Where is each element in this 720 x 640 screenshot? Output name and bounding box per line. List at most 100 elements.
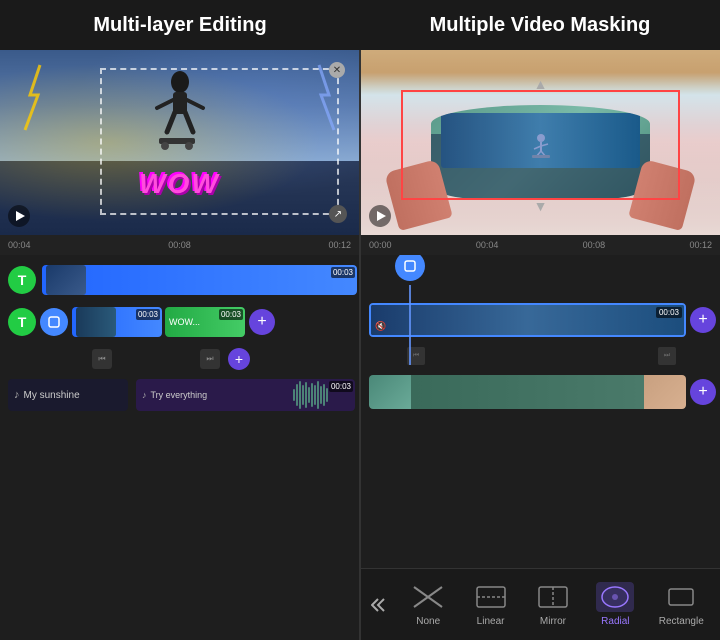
- add-bottom-video-button[interactable]: +: [690, 379, 716, 405]
- box-icon: [47, 315, 61, 329]
- right-playhead-circle: [395, 255, 425, 281]
- right-video-preview[interactable]: ▲ ▼: [361, 50, 720, 235]
- right-timeline-tracks: 00:03 🔇 + ⏮ ⏭: [361, 255, 720, 568]
- left-timeline-area: T 00:03 T: [0, 255, 359, 640]
- rectangle-tool-icon: [662, 582, 700, 612]
- header-left: Multi-layer Editing: [0, 14, 360, 37]
- linear-label: Linear: [477, 616, 505, 627]
- cup-clip-thumb: [369, 375, 411, 409]
- main-track-row: T 00:03 WOW... 00:03: [0, 303, 359, 341]
- right-ruler-mark-0: 00:00: [369, 240, 392, 250]
- radial-icon-svg: [598, 584, 632, 610]
- mask-tools-container: None Linear: [397, 582, 716, 627]
- selection-box[interactable]: ✕ ↗: [100, 68, 339, 215]
- add-clip-button[interactable]: +: [249, 309, 275, 335]
- play-button-left[interactable]: [8, 205, 30, 227]
- right-ruler-mark-2: 00:08: [583, 240, 606, 250]
- linear-icon-svg: [474, 584, 508, 610]
- text-clip-duration: 00:03: [331, 267, 355, 278]
- playhead-icon: [403, 259, 417, 273]
- clip-1-duration: 00:03: [136, 309, 160, 320]
- header: Multi-layer Editing Multiple Video Maski…: [0, 0, 720, 50]
- right-video-clip-2[interactable]: [369, 375, 686, 409]
- left-video-preview[interactable]: ✕ ↗ WOW: [0, 50, 359, 235]
- skip-buttons-row: ⏮ ⏭ +: [0, 344, 359, 374]
- right-playhead-container: [395, 255, 425, 365]
- video-clip-2[interactable]: WOW... 00:03: [165, 307, 245, 337]
- video-clip-1[interactable]: 00:03: [72, 307, 162, 337]
- ruler-mark-2: 00:08: [168, 240, 191, 250]
- ruler-mark-1: 00:04: [8, 240, 31, 250]
- ruler-mark-3: 00:12: [328, 240, 351, 250]
- mirror-icon-svg: [536, 584, 570, 610]
- right-skip-right[interactable]: ⏭: [658, 347, 676, 365]
- add-video-button[interactable]: +: [690, 307, 716, 333]
- text-track-row: T 00:03: [0, 261, 359, 299]
- mask-tool-radial[interactable]: Radial: [596, 582, 634, 627]
- left-timeline-ruler: 00:04 00:08 00:12: [0, 235, 359, 255]
- right-panel-title: Multiple Video Masking: [430, 14, 651, 36]
- text-track-content: 00:03: [40, 265, 355, 295]
- radial-label: Radial: [601, 616, 629, 627]
- play-icon: [16, 211, 25, 221]
- linear-tool-icon: [472, 582, 510, 612]
- mask-tool-none[interactable]: None: [409, 582, 447, 627]
- chevron-left-icon: [371, 595, 391, 615]
- waveform-container: ♪ Try everything: [136, 379, 355, 411]
- right-clip-container-2: [369, 375, 686, 409]
- play-button-right[interactable]: [369, 205, 391, 227]
- waveform-duration: 00:03: [329, 381, 353, 392]
- main-track-icon-box[interactable]: [40, 308, 68, 336]
- mirror-tool-icon: [534, 582, 572, 612]
- left-panel: ✕ ↗ WOW 00:04 00:08 00:12 T: [0, 50, 360, 640]
- ruler-marks: 00:04 00:08 00:12: [4, 240, 355, 250]
- text-clip-thumb: [46, 265, 86, 295]
- none-icon-svg: [411, 584, 445, 610]
- text-track-icon[interactable]: T: [8, 266, 36, 294]
- text-clip[interactable]: 00:03: [42, 265, 357, 295]
- skip-right-button[interactable]: ⏭: [200, 349, 220, 369]
- none-tool-icon: [409, 582, 447, 612]
- play-icon-right: [377, 211, 386, 221]
- chevron-up-icon[interactable]: ▲: [534, 76, 548, 92]
- chevron-down-icon[interactable]: ▼: [534, 198, 548, 214]
- back-button[interactable]: [365, 589, 397, 621]
- left-video-bg: ✕ ↗ WOW: [0, 50, 359, 235]
- rectangle-icon-svg: [664, 584, 698, 610]
- rectangle-label: Rectangle: [659, 616, 704, 627]
- main-panels: ✕ ↗ WOW 00:04 00:08 00:12 T: [0, 50, 720, 640]
- video-selection-box[interactable]: ▲ ▼: [401, 90, 680, 200]
- rotate-handle[interactable]: ↗: [329, 205, 347, 223]
- header-right: Multiple Video Masking: [360, 14, 720, 37]
- clip-2-duration: 00:03: [219, 309, 243, 320]
- right-clip-duration: 00:03: [656, 307, 682, 318]
- clip-thumb-1: [76, 307, 116, 337]
- right-ruler-mark-3: 00:12: [689, 240, 712, 250]
- right-ruler-mark-1: 00:04: [476, 240, 499, 250]
- audio-track-1[interactable]: ♪ My sunshine: [8, 379, 128, 411]
- right-video-track-2: +: [365, 371, 716, 413]
- right-ruler-marks: 00:00 00:04 00:08 00:12: [365, 240, 716, 250]
- mask-tool-mirror[interactable]: Mirror: [534, 582, 572, 627]
- right-timeline-area: 00:03 🔇 + ⏮ ⏭: [361, 255, 720, 640]
- mirror-label: Mirror: [540, 616, 566, 627]
- waveform-clip[interactable]: ♪ Try everything: [136, 379, 355, 411]
- masking-toolbar: None Linear: [361, 568, 720, 640]
- right-panel: ▲ ▼ 00:00 00:04 00:08 00:12: [361, 50, 720, 640]
- music-icon: ♪: [14, 389, 20, 401]
- add-audio-button[interactable]: +: [228, 348, 250, 370]
- audio-label: My sunshine: [24, 390, 80, 401]
- right-timeline-ruler: 00:00 00:04 00:08 00:12: [361, 235, 720, 255]
- radial-tool-icon: [596, 582, 634, 612]
- mute-icon: 🔇: [375, 321, 386, 332]
- person-clip-thumb: [644, 375, 686, 409]
- right-video-bg: ▲ ▼: [361, 50, 720, 235]
- main-track-icon-t[interactable]: T: [8, 308, 36, 336]
- playhead-line: [409, 285, 411, 365]
- audio-track-container: ♪ My sunshine ♪ Try everything: [0, 374, 359, 416]
- mask-tool-rectangle[interactable]: Rectangle: [659, 582, 704, 627]
- none-label: None: [416, 616, 440, 627]
- mask-tool-linear[interactable]: Linear: [472, 582, 510, 627]
- close-selection-button[interactable]: ✕: [329, 62, 345, 78]
- skip-left-button[interactable]: ⏮: [92, 349, 112, 369]
